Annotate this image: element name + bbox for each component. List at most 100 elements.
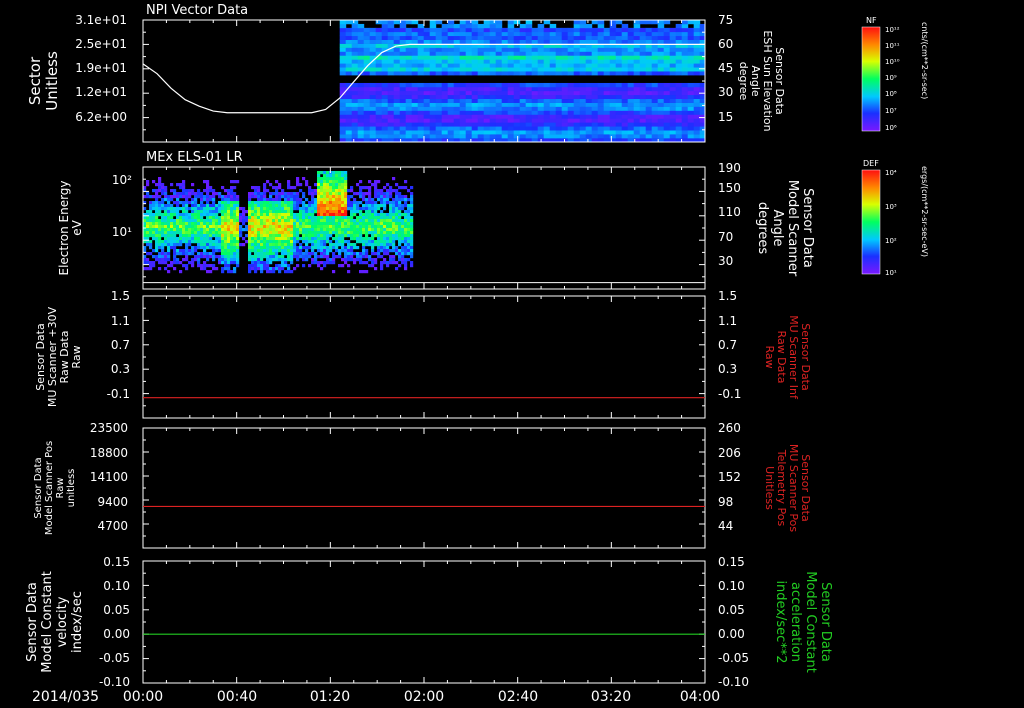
spectrogram-cell — [341, 198, 345, 202]
spectrogram-cell — [555, 31, 563, 37]
spectrogram-cell — [329, 222, 333, 226]
spectrogram-cell — [185, 258, 189, 262]
spectrogram-cell — [344, 201, 348, 205]
spectrogram-cell — [155, 213, 159, 217]
spectrogram-cell — [173, 249, 177, 253]
spectrogram-cell — [248, 222, 252, 226]
spectrogram-cell — [381, 55, 389, 60]
spectrogram-cell — [395, 267, 399, 271]
spectrogram-cell — [155, 216, 159, 220]
spectrogram-cell — [293, 231, 297, 235]
spectrogram-cell — [693, 55, 701, 60]
spectrogram-cell — [152, 237, 156, 241]
spectrogram-cell — [393, 20, 401, 25]
spectrogram-cell — [395, 246, 399, 250]
spectrogram-cell — [212, 255, 216, 259]
panel-1-left-ticks: 3.1e+01 2.5e+01 1.9e+01 1.2e+01 6.2e+00 — [75, 13, 127, 124]
spectrogram-cell — [441, 55, 449, 60]
spectrogram-cell — [519, 23, 527, 29]
spectrogram-cell — [429, 86, 437, 92]
spectrogram-cell — [314, 210, 318, 214]
spectrogram-cell — [302, 231, 306, 235]
spectrogram-cell — [417, 55, 425, 60]
spectrogram-cell — [471, 122, 479, 127]
spectrogram-cell — [338, 243, 342, 247]
spectrogram-cell — [375, 43, 383, 48]
spectrogram-cell — [281, 228, 285, 232]
spectrogram-cell — [155, 249, 159, 253]
tick-label: 1.2e+01 — [75, 85, 127, 99]
spectrogram-cell — [317, 195, 321, 199]
spectrogram-cell — [260, 258, 264, 262]
spectrogram-cell — [344, 240, 348, 244]
spectrogram-cell — [579, 86, 587, 92]
spectrogram-cell — [365, 210, 369, 214]
spectrogram-cell — [263, 207, 267, 211]
spectrogram-cell — [401, 204, 405, 208]
spectrogram-cell — [164, 207, 168, 211]
spectrogram-cell — [615, 63, 623, 68]
spectrogram-cell — [477, 102, 485, 107]
spectrogram-cell — [477, 130, 485, 135]
spectrogram-cell — [657, 102, 665, 107]
spectrogram-cell — [323, 171, 327, 175]
spectrogram-cell — [374, 228, 378, 232]
spectrogram-cell — [227, 246, 231, 250]
spectrogram-cell — [531, 27, 539, 33]
spectrogram-cell — [185, 237, 189, 241]
spectrogram-cell — [284, 225, 288, 229]
spectrogram-cell — [221, 219, 225, 223]
spectrogram-cell — [146, 192, 150, 196]
spectrogram-cell — [621, 114, 629, 119]
spectrogram-cell — [191, 222, 195, 226]
spectrogram-cell — [363, 130, 371, 135]
spectrogram-cell — [299, 189, 303, 193]
spectrogram-cell — [269, 246, 273, 250]
spectrogram-cell — [326, 183, 330, 187]
spectrogram-cell — [365, 207, 369, 211]
spectrogram-cell — [206, 231, 210, 235]
spectrogram-cell — [339, 47, 347, 52]
spectrogram-cell — [339, 71, 347, 76]
panel-2-title: MEx ELS-01 LR — [146, 150, 243, 165]
spectrogram-cell — [645, 98, 653, 103]
spectrogram-cell — [311, 246, 315, 250]
spectrogram-cell — [345, 59, 353, 64]
spectrogram-cell — [651, 114, 659, 119]
spectrogram-cell — [405, 20, 413, 25]
spectrogram-cell — [417, 86, 425, 92]
spectrogram-cell — [597, 39, 605, 44]
spectrogram-cell — [380, 234, 384, 238]
spectrogram-cell — [365, 255, 369, 259]
spectrogram-cell — [465, 130, 473, 135]
spectrogram-cell — [296, 180, 300, 184]
spectrogram-cell — [339, 118, 347, 123]
spectrogram-cell — [410, 210, 414, 214]
spectrogram-cell — [284, 192, 288, 196]
spectrogram-cell — [435, 63, 443, 68]
spectrogram-cell — [161, 246, 165, 250]
spectrogram-cell — [633, 47, 641, 52]
spectrogram-cell — [549, 106, 557, 111]
spectrogram-cell — [293, 222, 297, 226]
spectrogram-cell — [495, 59, 503, 64]
spectrogram-cell — [345, 51, 353, 56]
spectrogram-cell — [483, 110, 491, 115]
spectrogram-cell — [311, 195, 315, 199]
spectrogram-cell — [525, 31, 533, 37]
spectrogram-cell — [203, 180, 207, 184]
spectrogram-cell — [399, 63, 407, 68]
spectrogram-cell — [398, 249, 402, 253]
spectrogram-cell — [332, 261, 336, 265]
spectrogram-cell — [329, 234, 333, 238]
spectrogram-cell — [357, 43, 365, 48]
spectrogram-cell — [299, 231, 303, 235]
spectrogram-cell — [338, 231, 342, 235]
spectrogram-cell — [302, 246, 306, 250]
spectrogram-cell — [260, 243, 264, 247]
spectrogram-cell — [377, 231, 381, 235]
spectrogram-cell — [278, 213, 282, 217]
spectrogram-cell — [359, 180, 363, 184]
spectrogram-cell — [179, 252, 183, 256]
spectrogram-cell — [627, 35, 635, 40]
